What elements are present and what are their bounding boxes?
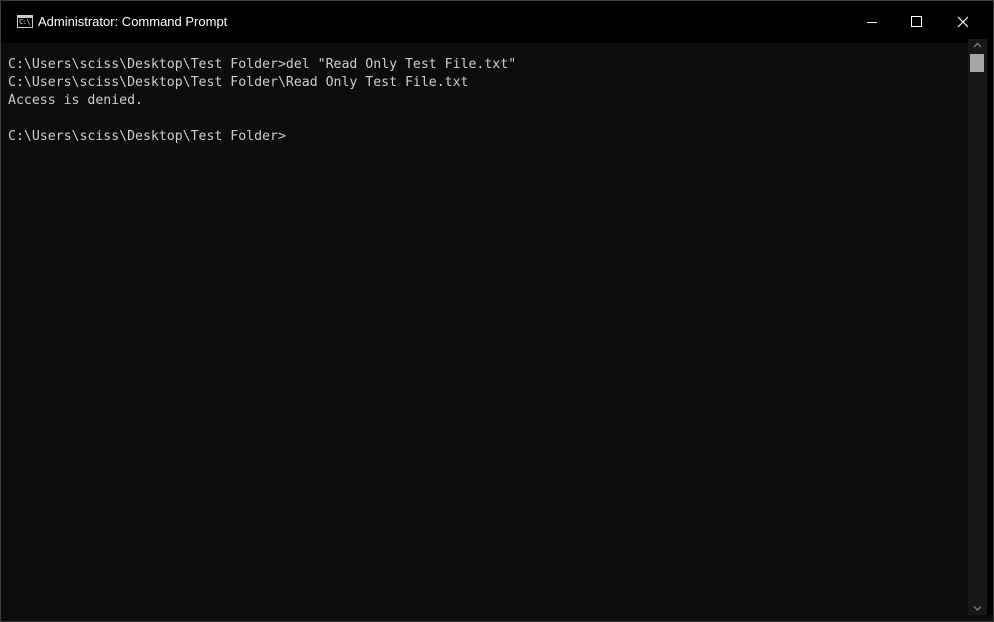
console-output-area[interactable]: C:\Users\sciss\Desktop\Test Folder>del "…: [1, 43, 968, 621]
command-prompt-window: C:\ Administrator: Command Prompt C:\Use…: [0, 0, 994, 622]
title-bar[interactable]: C:\ Administrator: Command Prompt: [1, 1, 993, 43]
console-lines: C:\Users\sciss\Desktop\Test Folder>del "…: [8, 56, 516, 146]
window-right-edge: [987, 39, 993, 615]
window-title: Administrator: Command Prompt: [38, 14, 228, 29]
minimize-button[interactable]: [849, 1, 895, 43]
maximize-button[interactable]: [894, 1, 940, 43]
vertical-scrollbar[interactable]: [968, 39, 987, 615]
console-line: C:\Users\sciss\Desktop\Test Folder>del "…: [8, 57, 517, 72]
console-line: Access is denied.: [8, 93, 143, 108]
command-prompt-icon-glyph: C:\: [19, 18, 31, 26]
scroll-up-button[interactable]: [968, 39, 987, 52]
command-prompt-icon[interactable]: C:\: [17, 15, 33, 28]
scrollbar-thumb[interactable]: [970, 54, 984, 72]
console-prompt-line: C:\Users\sciss\Desktop\Test Folder>: [8, 129, 286, 144]
close-button[interactable]: [940, 1, 986, 43]
console-line: C:\Users\sciss\Desktop\Test Folder\Read …: [8, 75, 469, 90]
scroll-down-button[interactable]: [968, 602, 987, 615]
